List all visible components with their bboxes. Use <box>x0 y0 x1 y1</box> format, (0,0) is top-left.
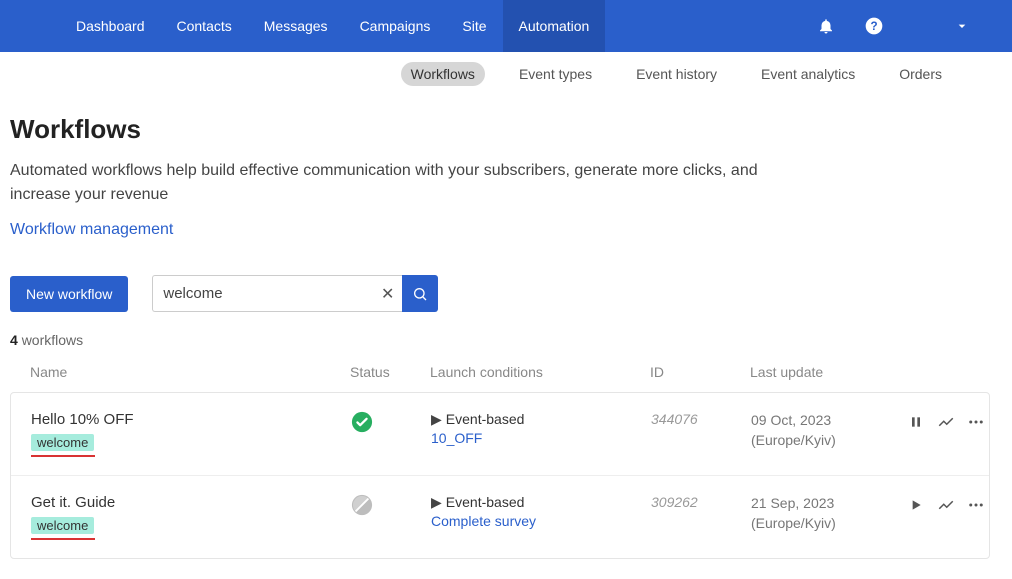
page-title: Workflows <box>10 114 990 145</box>
stats-button[interactable] <box>931 494 961 516</box>
start-button[interactable] <box>901 494 931 516</box>
nav-messages[interactable]: Messages <box>248 0 344 52</box>
subnav-event-history[interactable]: Event history <box>626 62 727 86</box>
col-status: Status <box>350 364 430 380</box>
status-active-icon <box>351 411 373 433</box>
condition-type: Event-based <box>446 494 525 510</box>
annotation-underline <box>31 455 95 457</box>
play-icon <box>908 497 924 513</box>
workflow-last-update: 21 Sep, 2023 (Europe/Kyiv) <box>751 494 901 533</box>
workflow-count-number: 4 <box>10 332 18 348</box>
col-launch: Launch conditions <box>430 364 650 380</box>
condition-event-link[interactable]: Complete survey <box>431 513 651 529</box>
sub-nav: Workflows Event types Event history Even… <box>0 52 1012 96</box>
search-box: ✕ <box>152 275 438 312</box>
more-button[interactable] <box>961 494 991 516</box>
col-name: Name <box>30 364 350 380</box>
subnav-orders[interactable]: Orders <box>889 62 952 86</box>
primary-nav: Dashboard Contacts Messages Campaigns Si… <box>60 0 605 52</box>
more-horizontal-icon <box>967 496 985 514</box>
workflow-status <box>351 494 431 516</box>
workflow-count: 4 workflows <box>10 332 990 348</box>
workflow-table: Hello 10% OFF welcome ▶Event-based 10_OF… <box>10 392 990 559</box>
workflow-tag[interactable]: welcome <box>31 517 94 534</box>
table-header: Name Status Launch conditions ID Last up… <box>10 348 990 392</box>
help-icon[interactable]: ? <box>864 16 884 36</box>
pause-button[interactable] <box>901 411 931 433</box>
stats-icon <box>937 496 955 514</box>
condition-event-link[interactable]: 10_OFF <box>431 430 651 446</box>
account-dropdown-icon[interactable] <box>952 16 972 36</box>
top-icons: ? <box>816 0 992 52</box>
workflow-id: 309262 <box>651 494 751 510</box>
workflow-count-label: workflows <box>22 332 83 348</box>
table-row: Hello 10% OFF welcome ▶Event-based 10_OF… <box>11 393 989 475</box>
subnav-workflows[interactable]: Workflows <box>401 62 485 86</box>
play-indicator-icon: ▶ <box>431 494 442 510</box>
workflow-name[interactable]: Get it. Guide <box>31 494 115 511</box>
more-button[interactable] <box>961 411 991 433</box>
condition-type: Event-based <box>446 411 525 427</box>
workflow-name[interactable]: Hello 10% OFF <box>31 411 134 428</box>
new-workflow-button[interactable]: New workflow <box>10 276 128 312</box>
workflow-id: 344076 <box>651 411 751 427</box>
subnav-event-analytics[interactable]: Event analytics <box>751 62 865 86</box>
more-horizontal-icon <box>967 413 985 431</box>
svg-text:?: ? <box>870 20 877 33</box>
nav-dashboard[interactable]: Dashboard <box>60 0 161 52</box>
col-last-update: Last update <box>750 364 1012 380</box>
nav-site[interactable]: Site <box>446 0 502 52</box>
nav-automation[interactable]: Automation <box>503 0 606 52</box>
stats-icon <box>937 413 955 431</box>
pause-icon <box>908 414 924 430</box>
play-indicator-icon: ▶ <box>431 411 442 427</box>
col-id: ID <box>650 364 750 380</box>
page-description: Automated workflows help build effective… <box>10 159 810 207</box>
subnav-event-types[interactable]: Event types <box>509 62 602 86</box>
search-input[interactable] <box>152 275 402 312</box>
stats-button[interactable] <box>931 411 961 433</box>
bell-icon[interactable] <box>816 16 836 36</box>
workflow-last-update: 09 Oct, 2023 (Europe/Kyiv) <box>751 411 901 450</box>
top-navbar: Dashboard Contacts Messages Campaigns Si… <box>0 0 1012 52</box>
nav-campaigns[interactable]: Campaigns <box>344 0 447 52</box>
workflow-conditions: ▶Event-based 10_OFF <box>431 411 651 446</box>
workflow-status <box>351 411 431 433</box>
search-icon <box>412 286 428 302</box>
annotation-underline <box>31 538 95 540</box>
workflow-management-link[interactable]: Workflow management <box>10 221 173 239</box>
status-inactive-icon <box>351 494 373 516</box>
nav-contacts[interactable]: Contacts <box>161 0 248 52</box>
search-button[interactable] <box>402 275 438 312</box>
workflow-conditions: ▶Event-based Complete survey <box>431 494 651 529</box>
workflow-tag[interactable]: welcome <box>31 434 94 451</box>
clear-search-icon[interactable]: ✕ <box>381 284 394 304</box>
table-row: Get it. Guide welcome ▶Event-based Compl… <box>11 475 989 558</box>
